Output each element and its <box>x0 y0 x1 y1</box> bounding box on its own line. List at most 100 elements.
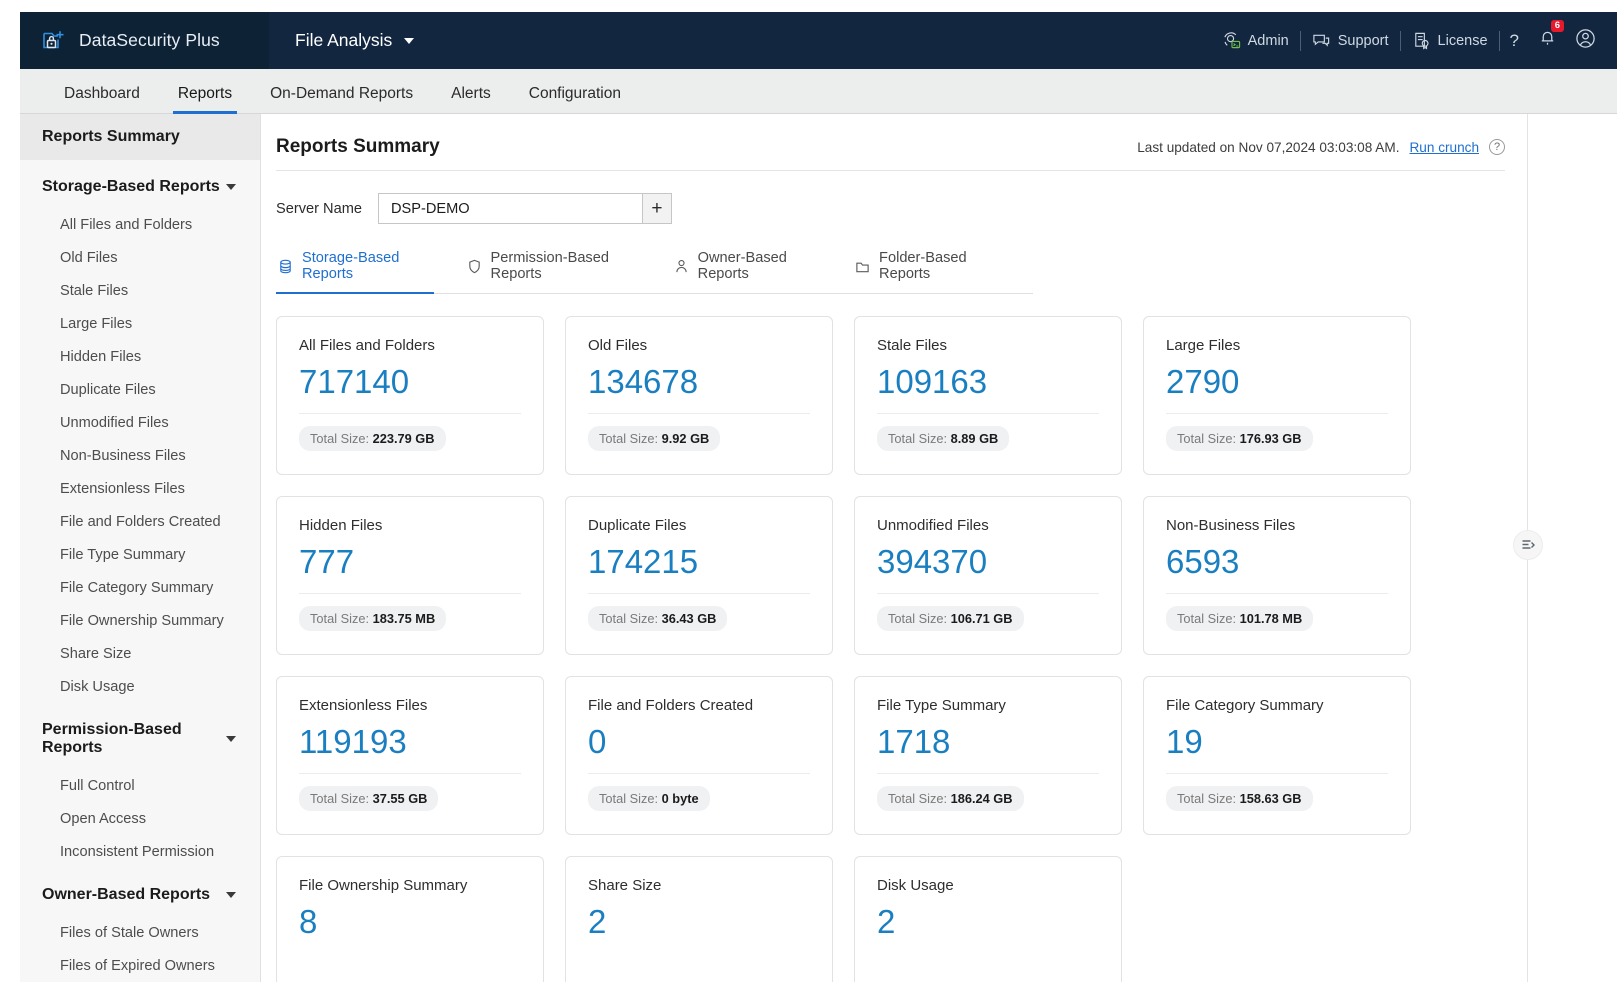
run-crunch-link[interactable]: Run crunch <box>1409 140 1479 155</box>
card-title: Stale Files <box>877 337 1099 354</box>
header-admin-button[interactable]: Admin <box>1211 31 1300 50</box>
expand-panel-icon[interactable] <box>1513 530 1543 560</box>
sidebar-item-unmodified-files[interactable]: Unmodified Files <box>20 406 260 439</box>
sidebar-item-hidden-files[interactable]: Hidden Files <box>20 340 260 373</box>
card-value: 2 <box>588 904 810 940</box>
header-license-button[interactable]: License <box>1401 31 1499 50</box>
card-title: Share Size <box>588 877 810 894</box>
total-size-label: Total Size: <box>599 431 658 446</box>
report-card-old-files[interactable]: Old Files 134678 Total Size: 9.92 GB <box>565 316 833 475</box>
header-admin-label: Admin <box>1248 33 1289 49</box>
account-button[interactable] <box>1566 28 1605 54</box>
card-total-size-badge: Total Size: 158.63 GB <box>1166 786 1313 811</box>
report-card-file-and-folders-created[interactable]: File and Folders Created 0 Total Size: 0… <box>565 676 833 835</box>
sidebar-item-stale-files[interactable]: Stale Files <box>20 274 260 307</box>
nav-tab-configuration[interactable]: Configuration <box>510 86 640 114</box>
nav-tab-dashboard[interactable]: Dashboard <box>45 86 159 114</box>
nav-tab-alerts[interactable]: Alerts <box>432 86 510 114</box>
card-title: Hidden Files <box>299 517 521 534</box>
sidebar-group-storage-based-reports[interactable]: Storage-Based Reports <box>20 160 260 208</box>
card-divider <box>588 773 810 774</box>
sidebar-item-share-size[interactable]: Share Size <box>20 637 260 670</box>
brand-block[interactable]: DataSecurity Plus <box>20 12 269 69</box>
add-server-button[interactable]: + <box>642 193 672 224</box>
card-divider <box>1166 413 1388 414</box>
total-size-label: Total Size: <box>599 791 658 806</box>
sidebar-item-extensionless-files[interactable]: Extensionless Files <box>20 472 260 505</box>
sidebar-item-old-files[interactable]: Old Files <box>20 241 260 274</box>
report-card-all-files-and-folders[interactable]: All Files and Folders 717140 Total Size:… <box>276 316 544 475</box>
header-support-button[interactable]: Support <box>1301 31 1400 50</box>
card-value: 0 <box>588 724 810 760</box>
sidebar-group-owner-based-reports[interactable]: Owner-Based Reports <box>20 868 260 916</box>
sidebar-item-large-files[interactable]: Large Files <box>20 307 260 340</box>
report-card-share-size[interactable]: Share Size 2 <box>565 856 833 982</box>
sidebar-group-permission-based-reports[interactable]: Permission-Based Reports <box>20 703 260 769</box>
card-divider <box>299 413 521 414</box>
tab-folder-based-reports[interactable]: Folder-Based Reports <box>853 250 1016 293</box>
report-card-file-category-summary[interactable]: File Category Summary 19 Total Size: 158… <box>1143 676 1411 835</box>
card-divider <box>299 593 521 594</box>
card-total-size-badge: Total Size: 36.43 GB <box>588 606 727 631</box>
card-total-size-badge: Total Size: 186.24 GB <box>877 786 1024 811</box>
card-title: All Files and Folders <box>299 337 521 354</box>
card-divider <box>877 773 1099 774</box>
sidebar-item-inconsistent-permission[interactable]: Inconsistent Permission <box>20 835 260 868</box>
report-cards-grid: All Files and Folders 717140 Total Size:… <box>261 294 1421 982</box>
top-header-bar: DataSecurity Plus File Analysis Admin <box>20 12 1617 69</box>
sidebar-item-files-of-expired-owners[interactable]: Files of Expired Owners <box>20 949 260 982</box>
sidebar-item-open-access[interactable]: Open Access <box>20 802 260 835</box>
sidebar-item-non-business-files[interactable]: Non-Business Files <box>20 439 260 472</box>
report-card-hidden-files[interactable]: Hidden Files 777 Total Size: 183.75 MB <box>276 496 544 655</box>
sidebar-item-full-control[interactable]: Full Control <box>20 769 260 802</box>
sidebar-item-file-and-folders-created[interactable]: File and Folders Created <box>20 505 260 538</box>
chevron-down-icon <box>226 184 236 190</box>
nav-tab-reports[interactable]: Reports <box>159 86 251 114</box>
report-card-file-ownership-summary[interactable]: File Ownership Summary 8 <box>276 856 544 982</box>
report-card-stale-files[interactable]: Stale Files 109163 Total Size: 8.89 GB <box>854 316 1122 475</box>
report-card-non-business-files[interactable]: Non-Business Files 6593 Total Size: 101.… <box>1143 496 1411 655</box>
sidebar-item-disk-usage[interactable]: Disk Usage <box>20 670 260 703</box>
tab-owner-based-reports[interactable]: Owner-Based Reports <box>672 250 836 293</box>
report-card-large-files[interactable]: Large Files 2790 Total Size: 176.93 GB <box>1143 316 1411 475</box>
total-size-label: Total Size: <box>599 611 658 626</box>
server-selector-row: Server Name + <box>261 171 1527 224</box>
help-button[interactable]: ? <box>1500 31 1529 51</box>
user-account-icon <box>1575 28 1596 49</box>
tab-permission-based-reports[interactable]: Permission-Based Reports <box>465 250 655 293</box>
sidebar-item-reports-summary[interactable]: Reports Summary <box>20 114 260 160</box>
chevron-down-icon <box>226 736 236 742</box>
card-total-size-badge: Total Size: 106.71 GB <box>877 606 1024 631</box>
notification-button[interactable]: 6 <box>1529 29 1566 53</box>
sidebar-item-file-type-summary[interactable]: File Type Summary <box>20 538 260 571</box>
sidebar-item-all-files-and-folders[interactable]: All Files and Folders <box>20 208 260 241</box>
total-size-value: 106.71 GB <box>951 611 1013 626</box>
module-selector[interactable]: File Analysis <box>269 12 414 69</box>
report-card-extensionless-files[interactable]: Extensionless Files 119193 Total Size: 3… <box>276 676 544 835</box>
total-size-label: Total Size: <box>888 611 947 626</box>
header-actions: Admin Support License ? <box>1211 12 1617 69</box>
total-size-value: 158.63 GB <box>1240 791 1302 806</box>
tab-label: Folder-Based Reports <box>879 250 1002 282</box>
sidebar-item-files-of-stale-owners[interactable]: Files of Stale Owners <box>20 916 260 949</box>
sidebar-item-file-category-summary[interactable]: File Category Summary <box>20 571 260 604</box>
sidebar-item-file-ownership-summary[interactable]: File Ownership Summary <box>20 604 260 637</box>
card-value: 19 <box>1166 724 1388 760</box>
report-card-duplicate-files[interactable]: Duplicate Files 174215 Total Size: 36.43… <box>565 496 833 655</box>
page-header-actions: Last updated on Nov 07,2024 03:03:08 AM.… <box>1137 139 1505 155</box>
sidebar-item-duplicate-files[interactable]: Duplicate Files <box>20 373 260 406</box>
server-name-input[interactable] <box>378 193 642 224</box>
report-card-file-type-summary[interactable]: File Type Summary 1718 Total Size: 186.2… <box>854 676 1122 835</box>
total-size-label: Total Size: <box>310 611 369 626</box>
total-size-value: 101.78 MB <box>1240 611 1303 626</box>
card-title: File Type Summary <box>877 697 1099 714</box>
nav-tab-on-demand-reports[interactable]: On-Demand Reports <box>251 86 432 114</box>
question-mark-circle-icon[interactable]: ? <box>1489 139 1505 155</box>
tab-label: Owner-Based Reports <box>698 250 822 282</box>
total-size-value: 0 byte <box>662 791 699 806</box>
total-size-value: 176.93 GB <box>1240 431 1302 446</box>
tab-storage-based-reports[interactable]: Storage-Based Reports <box>276 250 448 293</box>
card-value: 174215 <box>588 544 810 580</box>
report-card-disk-usage[interactable]: Disk Usage 2 <box>854 856 1122 982</box>
report-card-unmodified-files[interactable]: Unmodified Files 394370 Total Size: 106.… <box>854 496 1122 655</box>
